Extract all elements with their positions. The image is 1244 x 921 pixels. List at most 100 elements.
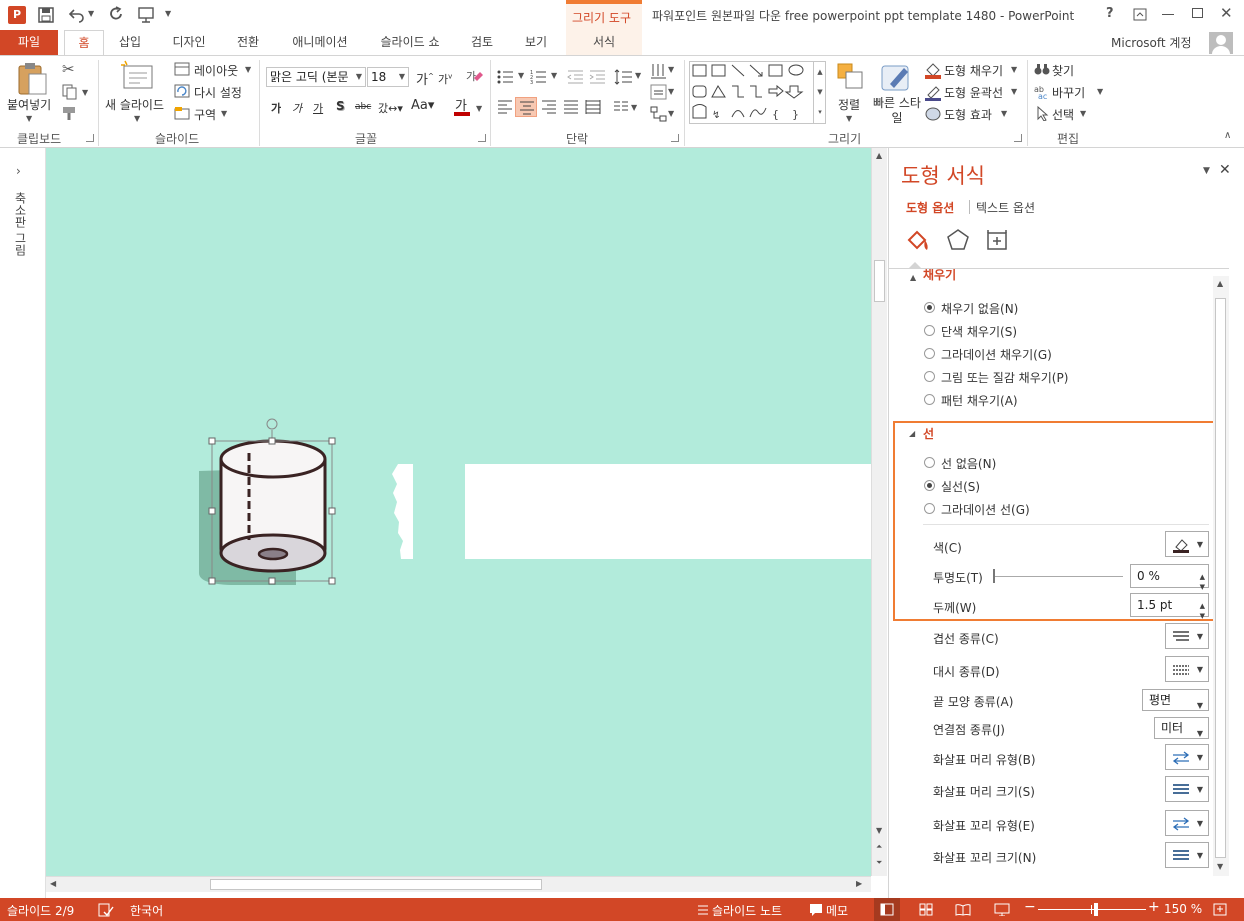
slideshow-view-icon[interactable] — [994, 903, 1010, 916]
fill-none-label[interactable]: 채우기 없음(N) — [941, 300, 1018, 317]
paste-label[interactable]: 붙여넣기 — [7, 96, 51, 113]
next-slide-icon[interactable]: ⏷ — [876, 858, 882, 868]
shape-outline-label[interactable]: 도형 윤곽선 — [944, 84, 1003, 101]
tab-view[interactable]: 보기 — [516, 30, 556, 55]
language-indicator[interactable]: 한국어 — [130, 902, 163, 919]
zoom-slider-thumb[interactable] — [1094, 903, 1098, 916]
fill-picture-label[interactable]: 그림 또는 질감 채우기(P) — [941, 369, 1068, 386]
strikethrough-icon[interactable]: abc — [355, 102, 371, 112]
shrink-font-icon[interactable]: 가v — [438, 71, 452, 87]
font-name-combo[interactable]: 맑은 고딕 (본문 ▼ — [266, 67, 366, 87]
pane-scroll-down-icon[interactable]: ▼ — [1217, 862, 1223, 871]
undo-icon[interactable] — [68, 7, 86, 23]
shape-outline-icon[interactable] — [924, 83, 942, 101]
avatar[interactable] — [1209, 32, 1233, 54]
paste-dropdown-icon[interactable]: ▼ — [26, 114, 32, 123]
tab-design[interactable]: 디자인 — [164, 30, 214, 55]
pane-scrollbar[interactable]: ▲ ▼ — [1213, 276, 1229, 876]
bullets-icon[interactable] — [497, 69, 517, 85]
line-section-header[interactable]: 선 — [923, 425, 934, 442]
fill-collapse-icon[interactable]: ▲ — [910, 273, 916, 282]
save-icon[interactable] — [38, 7, 54, 23]
notes-icon[interactable] — [696, 903, 710, 917]
zoom-slider[interactable] — [1038, 909, 1146, 910]
vertical-scroll-thumb[interactable] — [874, 260, 885, 302]
start-slideshow-icon[interactable] — [137, 6, 157, 24]
new-slide-label[interactable]: 새 슬라이드 — [105, 96, 164, 113]
spelling-icon[interactable] — [98, 903, 114, 917]
font-size-combo[interactable]: 18 ▼ — [367, 67, 409, 87]
arrange-dropdown-icon[interactable]: ▼ — [846, 114, 852, 123]
replace-dropdown-icon[interactable]: ▼ — [1097, 87, 1103, 96]
shape-effects-icon[interactable] — [924, 105, 942, 123]
vertical-scrollbar[interactable]: ▲ ▼ ⏶ ⏷ — [871, 148, 887, 876]
pane-scroll-thumb[interactable] — [1215, 298, 1226, 858]
begin-arrow-size-button[interactable]: ▼ — [1165, 776, 1209, 802]
comments-icon[interactable] — [809, 903, 823, 917]
tab-text-options[interactable]: 텍스트 옵션 — [976, 199, 1035, 216]
paragraph-launcher-icon[interactable] — [671, 134, 679, 142]
replace-label[interactable]: 바꾸기 — [1052, 84, 1085, 101]
tab-file[interactable]: 파일 — [0, 30, 58, 55]
bold-icon[interactable]: 가 — [271, 100, 281, 116]
font-launcher-icon[interactable] — [478, 134, 486, 142]
arrange-label[interactable]: 정렬 — [838, 96, 860, 113]
size-properties-icon[interactable] — [985, 228, 1009, 252]
maximize-icon[interactable] — [1192, 8, 1203, 18]
find-icon[interactable] — [1034, 61, 1050, 77]
line-solid-label[interactable]: 실선(S) — [941, 478, 980, 495]
scroll-left-icon[interactable]: ◀ — [50, 879, 56, 888]
horizontal-scroll-thumb[interactable] — [210, 879, 542, 890]
normal-view-button[interactable] — [874, 898, 900, 921]
shape-fill-dropdown-icon[interactable]: ▼ — [1011, 65, 1017, 74]
arrange-icon[interactable] — [836, 62, 866, 92]
section-label[interactable]: 구역 — [194, 106, 216, 123]
shapes-gallery[interactable]: ↯ { } ▲ ▼ ▾ — [689, 61, 826, 124]
scroll-down-icon[interactable]: ▼ — [876, 826, 882, 835]
help-button[interactable]: ? — [1106, 6, 1114, 21]
line-collapse-icon[interactable]: ◢ — [909, 429, 915, 438]
fill-pattern-label[interactable]: 패턴 채우기(A) — [941, 392, 1018, 409]
format-painter-icon[interactable] — [62, 106, 78, 122]
end-arrow-size-button[interactable]: ▼ — [1165, 842, 1209, 868]
reset-label[interactable]: 다시 설정 — [194, 84, 242, 101]
fill-none-radio[interactable] — [924, 302, 935, 313]
text-direction-icon[interactable] — [650, 62, 668, 80]
effects-icon[interactable] — [946, 228, 970, 252]
tab-animations[interactable]: 애니메이션 — [282, 30, 358, 55]
columns-icon[interactable] — [613, 100, 629, 114]
slide-canvas[interactable] — [46, 148, 872, 876]
transparency-input[interactable]: 0 % ▲ ▼ — [1130, 564, 1209, 591]
join-type-select[interactable]: 미터 ▼ — [1154, 717, 1209, 739]
section-dropdown-icon[interactable]: ▼ — [221, 109, 227, 118]
shape-effects-dropdown-icon[interactable]: ▼ — [1001, 109, 1007, 118]
reading-view-icon[interactable] — [955, 903, 971, 916]
select-label[interactable]: 선택 — [1052, 106, 1074, 123]
close-pane-icon[interactable]: ✕ — [1219, 162, 1231, 178]
shape-effects-label[interactable]: 도형 효과 — [944, 106, 992, 123]
zoom-out-button[interactable]: − — [1024, 899, 1036, 915]
scroll-up-icon[interactable]: ▲ — [876, 151, 882, 160]
columns-dropdown-icon[interactable]: ▼ — [631, 103, 637, 112]
end-arrow-type-button[interactable]: ▼ — [1165, 810, 1209, 836]
fill-line-icon[interactable] — [905, 228, 931, 254]
customize-qat-icon[interactable]: ▼ — [165, 9, 171, 18]
numbering-dropdown-icon[interactable]: ▼ — [551, 71, 557, 80]
drawing-launcher-icon[interactable] — [1014, 134, 1022, 142]
line-gradient-label[interactable]: 그라데이션 선(G) — [941, 501, 1030, 518]
quick-styles-icon[interactable] — [880, 62, 912, 94]
layout-dropdown-icon[interactable]: ▼ — [245, 65, 251, 74]
comments-button[interactable]: 메모 — [826, 902, 848, 919]
new-slide-icon[interactable] — [120, 60, 154, 90]
zoom-level[interactable]: 150 % — [1164, 902, 1202, 916]
select-dropdown-icon[interactable]: ▼ — [1080, 109, 1086, 118]
align-right-icon[interactable] — [541, 100, 557, 114]
compound-type-button[interactable]: ▼ — [1165, 623, 1209, 649]
fit-slide-icon[interactable] — [1212, 902, 1228, 917]
copy-icon[interactable] — [62, 84, 78, 100]
replace-icon[interactable]: abac — [1034, 83, 1050, 99]
align-text-icon[interactable] — [650, 84, 668, 100]
smartart-dropdown-icon[interactable]: ▼ — [668, 109, 674, 118]
smartart-icon[interactable] — [650, 106, 668, 122]
tab-shape-options[interactable]: 도형 옵션 — [906, 199, 954, 216]
